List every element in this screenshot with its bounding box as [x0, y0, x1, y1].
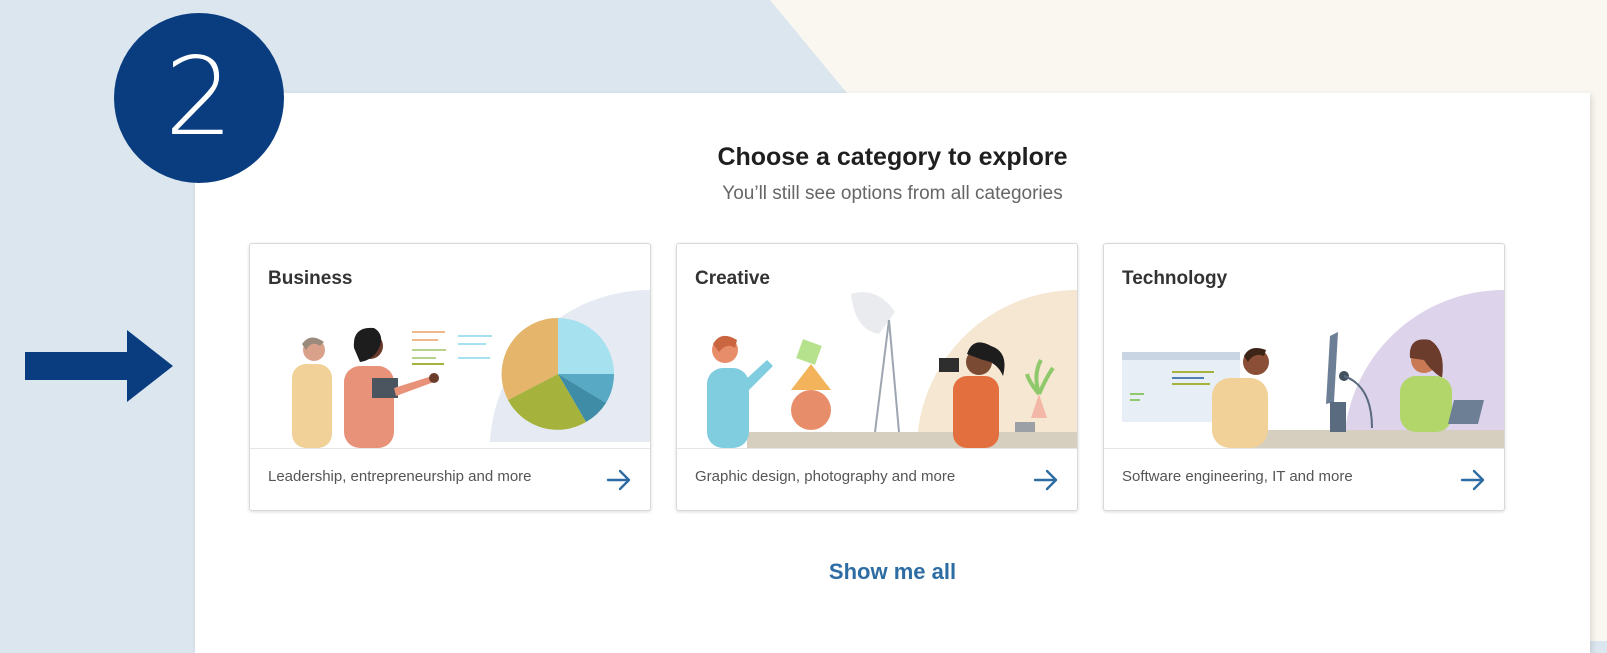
arrow-right-icon[interactable]	[1460, 468, 1486, 492]
arrow-right-icon[interactable]	[606, 468, 632, 492]
arrow-right-icon[interactable]	[1033, 468, 1059, 492]
step-number-badge: 2	[114, 13, 284, 183]
pointer-arrow-icon	[25, 330, 173, 402]
business-illustration	[292, 290, 650, 448]
category-panel: Choose a category to explore You’ll stil…	[195, 93, 1590, 653]
card-footer-business: Leadership, entrepreneurship and more	[250, 448, 650, 510]
card-title-business: Business	[268, 268, 353, 289]
card-title-creative: Creative	[695, 268, 770, 289]
card-description-creative: Graphic design, photography and more	[695, 468, 956, 485]
card-title-technology: Technology	[1122, 268, 1228, 289]
creative-illustration	[707, 290, 1077, 448]
card-footer-technology: Software engineering, IT and more	[1104, 448, 1504, 510]
show-me-all-link[interactable]: Show me all	[195, 559, 1590, 585]
card-footer-creative: Graphic design, photography and more	[677, 448, 1077, 510]
panel-title: Choose a category to explore	[717, 143, 1068, 171]
technology-illustration	[1122, 290, 1504, 448]
card-description-technology: Software engineering, IT and more	[1122, 468, 1353, 485]
card-description-business: Leadership, entrepreneurship and more	[268, 468, 532, 485]
category-card-technology[interactable]: Technology Software engineering, IT and …	[1103, 243, 1505, 511]
category-card-creative[interactable]: Creative Graphic design, photography and…	[676, 243, 1078, 511]
category-card-business[interactable]: Business Leadership, entrepreneurship an…	[249, 243, 651, 511]
panel-subtitle: You’ll still see options from all catego…	[722, 183, 1063, 204]
